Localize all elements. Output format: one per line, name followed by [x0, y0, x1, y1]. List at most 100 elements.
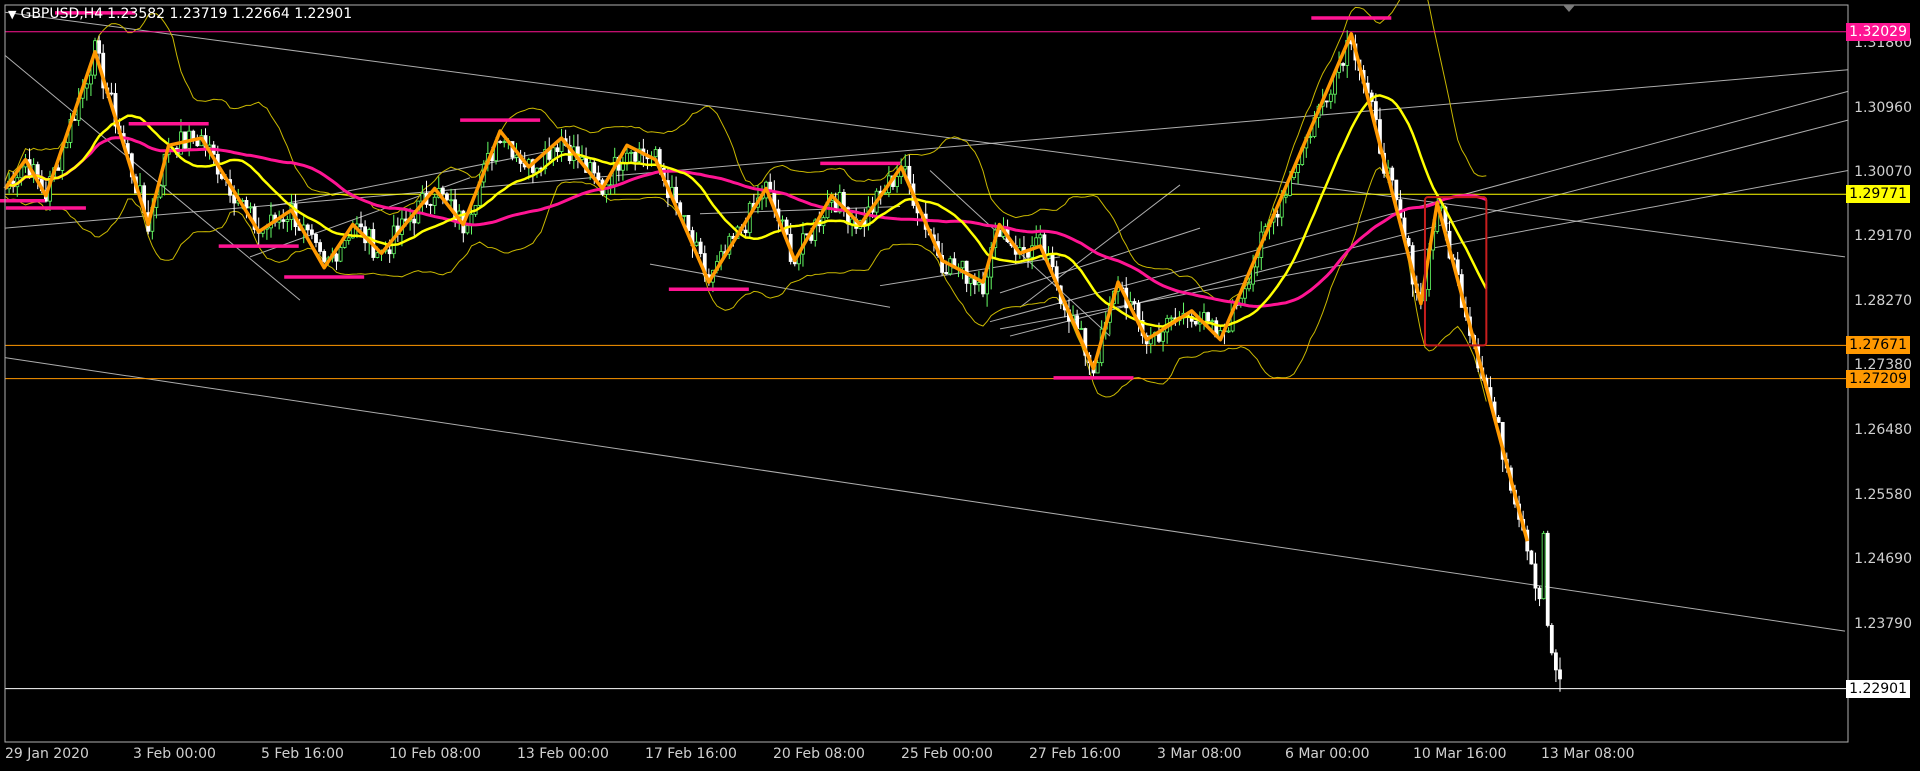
- chart-header: ▼ GBPUSD,H4 1.23582 1.23719 1.22664 1.22…: [8, 6, 352, 22]
- candle-body: [653, 149, 658, 158]
- candle-body: [498, 141, 503, 143]
- candle-body: [694, 241, 699, 246]
- candle-body: [465, 225, 470, 234]
- candle-body: [428, 204, 433, 206]
- candle-body: [1243, 288, 1247, 299]
- candle-body: [621, 163, 625, 171]
- y-tick-label: 1.23790: [1854, 615, 1912, 632]
- trendlines: [4, 11, 1849, 632]
- y-tick-label: 1.30960: [1854, 99, 1912, 116]
- x-tick-label: 13 Feb 00:00: [517, 746, 609, 762]
- y-tick-label: 1.28270: [1854, 293, 1912, 310]
- x-tick-label: 5 Feb 16:00: [261, 746, 344, 762]
- candle-body: [1132, 301, 1137, 304]
- candle-body: [440, 188, 445, 195]
- candle-body: [1161, 331, 1165, 342]
- plot-border: [4, 4, 1849, 743]
- symbol-label: GBPUSD,H4: [20, 6, 104, 22]
- candle-body: [1026, 251, 1030, 258]
- candle-body: [1496, 417, 1501, 423]
- price-tag: 1.29771: [1846, 185, 1910, 204]
- moving-averages: [3, 94, 1488, 328]
- candle-body: [981, 282, 985, 295]
- candle-body: [686, 214, 691, 231]
- x-tick-label: 20 Feb 08:00: [773, 746, 865, 762]
- candle-body: [305, 224, 310, 231]
- candle-body: [1275, 213, 1280, 218]
- trendline: [4, 357, 1846, 632]
- candle-body: [432, 196, 437, 206]
- price-tag: 1.32029: [1846, 22, 1910, 41]
- candle-body: [903, 165, 908, 170]
- candle-body: [1050, 253, 1055, 268]
- x-tick-label: 10 Mar 16:00: [1413, 746, 1507, 762]
- candle-body: [97, 40, 102, 54]
- candle-body: [1537, 587, 1542, 600]
- candle-body: [1324, 100, 1329, 103]
- y-tick-label: 1.29170: [1854, 228, 1912, 245]
- x-tick-label: 10 Feb 08:00: [389, 746, 481, 762]
- candlesticks: [7, 30, 1562, 692]
- candle-body: [555, 147, 560, 152]
- candle-body: [359, 223, 363, 228]
- candle-body: [968, 277, 973, 284]
- candle-body: [1038, 234, 1043, 239]
- bollinger-lower: [4, 166, 1487, 402]
- candle-body: [318, 242, 322, 252]
- candle-body: [1328, 93, 1333, 102]
- x-tick-label: 17 Feb 16:00: [645, 746, 737, 762]
- candle-body: [780, 219, 785, 222]
- chart-frame: [4, 4, 1849, 743]
- x-tick-label: 13 Mar 08:00: [1541, 746, 1635, 762]
- candle-body: [338, 247, 343, 262]
- x-tick-label: 6 Mar 00:00: [1285, 746, 1370, 762]
- x-tick-label: 29 Jan 2020: [5, 746, 89, 762]
- bollinger-bands: [4, 0, 1487, 402]
- candle-body: [1549, 625, 1554, 654]
- candle-body: [334, 253, 339, 262]
- candle-body: [109, 92, 114, 95]
- candle-body: [1079, 328, 1084, 330]
- candle-body: [944, 272, 949, 275]
- header-dropdown-icon[interactable]: ▼: [8, 8, 16, 21]
- candle-body: [698, 241, 703, 254]
- price-chart[interactable]: [0, 0, 1920, 771]
- candle-body: [375, 252, 380, 258]
- candle-body: [743, 229, 748, 234]
- y-tick-label: 1.30070: [1854, 163, 1912, 180]
- x-tick-label: 3 Mar 08:00: [1157, 746, 1242, 762]
- candle-body: [84, 83, 89, 89]
- candle-body: [1406, 238, 1411, 247]
- candle-body: [1373, 101, 1378, 121]
- candle-body: [1283, 194, 1288, 198]
- y-tick-label: 1.24690: [1854, 550, 1912, 567]
- candle-body: [1394, 179, 1399, 201]
- scroll-marker-icon: [1563, 5, 1575, 12]
- candle-body: [1226, 330, 1231, 333]
- candle-body: [629, 151, 633, 154]
- chart-window[interactable]: ▼ GBPUSD,H4 1.23582 1.23719 1.22664 1.22…: [0, 0, 1920, 771]
- candle-body: [1247, 283, 1251, 290]
- candle-body: [1193, 320, 1198, 325]
- candle-body: [89, 74, 93, 85]
- candle-body: [1558, 669, 1562, 680]
- candle-body: [633, 151, 638, 162]
- zigzag: [3, 32, 1529, 542]
- zigzag-line: [3, 32, 1529, 542]
- candle-body: [387, 249, 392, 255]
- candle-body: [1210, 320, 1215, 323]
- candle-body: [310, 229, 314, 235]
- candle-body: [1529, 550, 1534, 565]
- pivot-markers: [0, 11, 1392, 380]
- candle-body: [1554, 652, 1558, 671]
- candle-body: [1545, 532, 1550, 626]
- candle-body: [449, 199, 453, 202]
- y-tick-label: 1.25580: [1854, 486, 1912, 503]
- candle-body: [551, 147, 556, 160]
- x-tick-label: 27 Feb 16:00: [1029, 746, 1121, 762]
- candle-body: [314, 233, 318, 243]
- candle-body: [1308, 136, 1313, 138]
- candle-body: [248, 206, 253, 209]
- ma-fast-line: [4, 94, 1488, 328]
- candle-body: [502, 141, 507, 144]
